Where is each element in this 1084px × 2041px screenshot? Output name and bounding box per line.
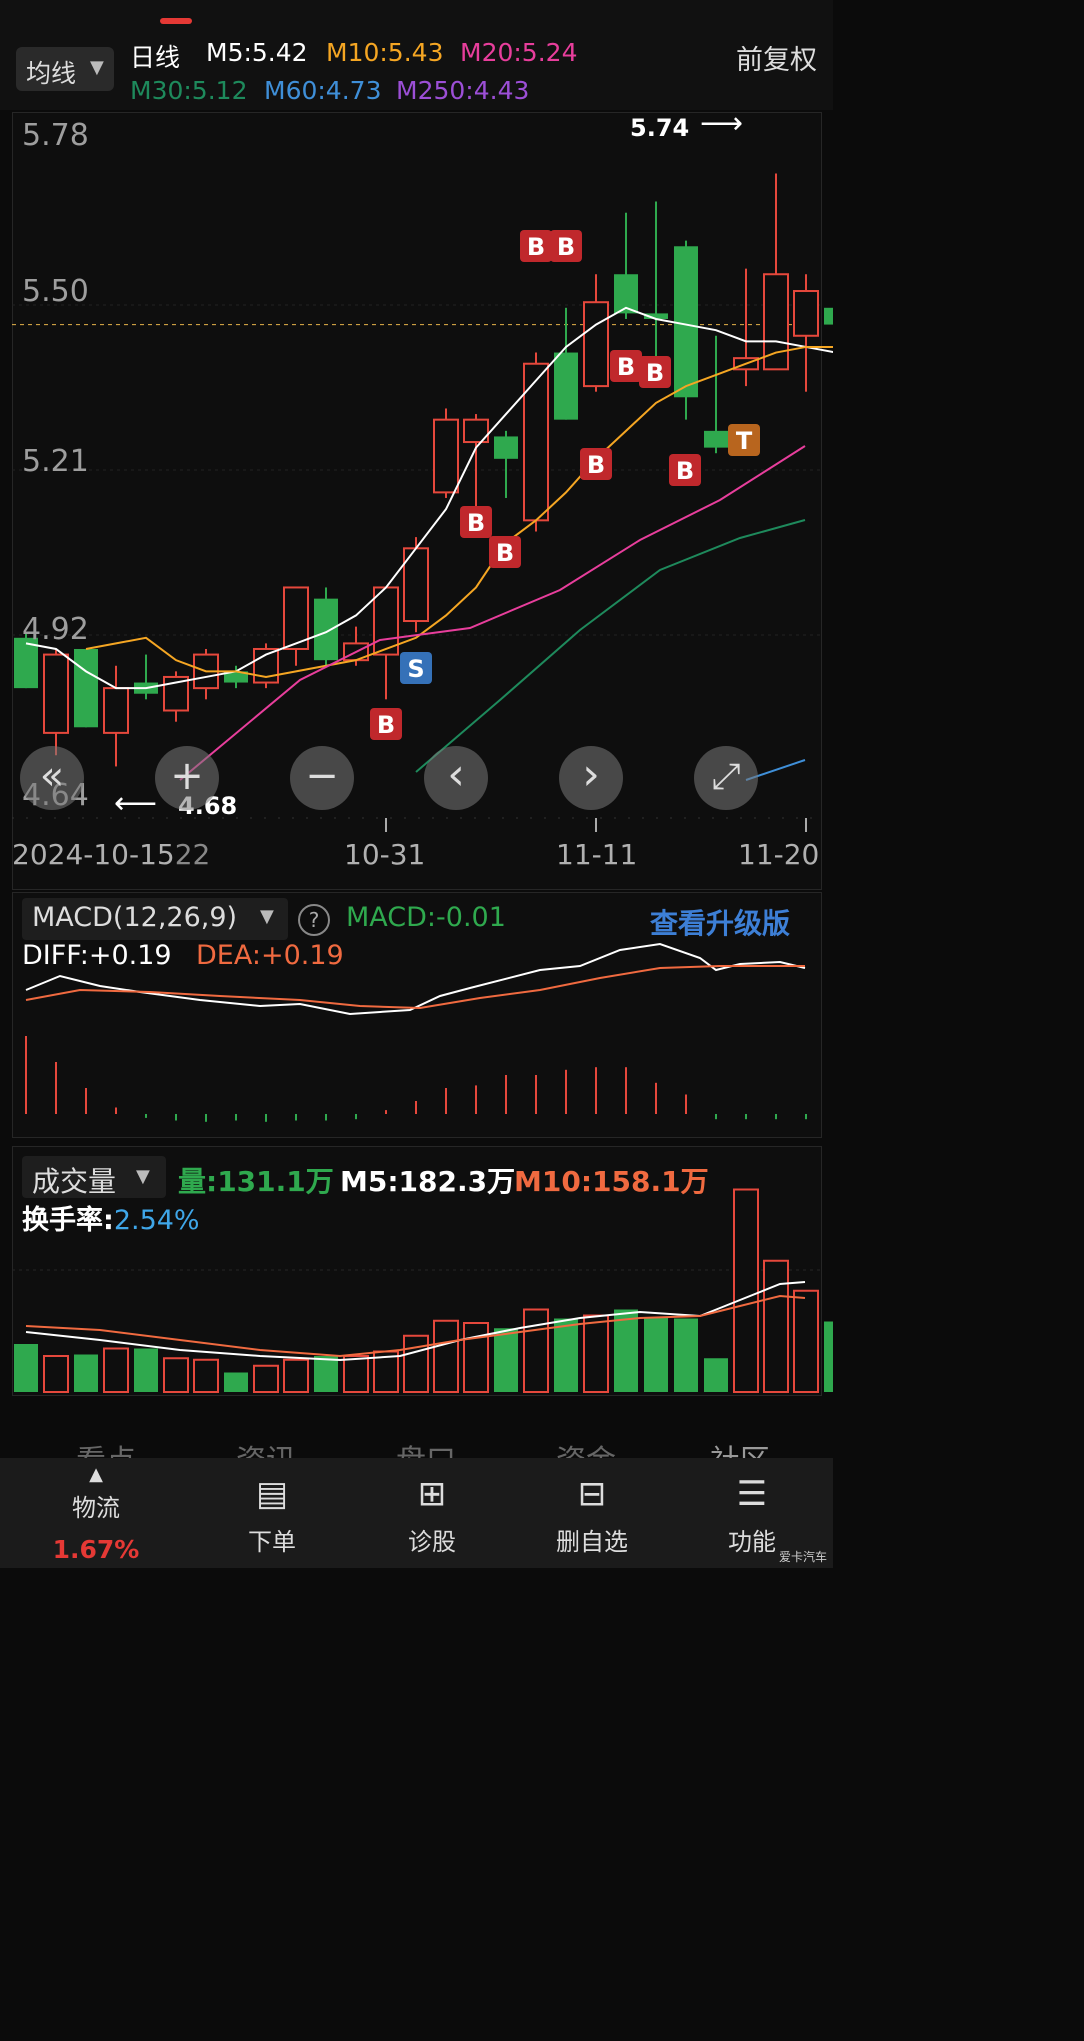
- nav-label: 诊股: [408, 1528, 456, 1556]
- nav-item-logistics[interactable]: ▲ 物流 1.67%: [26, 1464, 166, 1564]
- volume-bar: [644, 1317, 668, 1392]
- volume-bar: [163, 1357, 189, 1393]
- volume-bar: [43, 1355, 69, 1393]
- volume-chart: [12, 1188, 833, 1393]
- volume-bar: [704, 1358, 728, 1392]
- minus-box-icon: ⊟: [577, 1474, 607, 1514]
- volume-bar: [463, 1322, 489, 1393]
- nav-label: 物流: [72, 1494, 120, 1522]
- volume-bar: [674, 1318, 698, 1392]
- volume-bar: [343, 1355, 369, 1393]
- volume-bar: [224, 1372, 248, 1392]
- volume-bar: [253, 1364, 279, 1393]
- volume-bar: [283, 1358, 309, 1393]
- volume-bar: [763, 1259, 789, 1393]
- volume-bar: [793, 1289, 819, 1393]
- volume-bar: [193, 1358, 219, 1393]
- triangle-up-icon: ▲: [89, 1464, 103, 1485]
- volume-bar: [614, 1309, 638, 1392]
- medkit-icon: ⊞: [417, 1474, 447, 1514]
- menu-circle-icon: ☰: [736, 1474, 768, 1514]
- nav-item-remove-watchlist[interactable]: ⊟ 删自选: [522, 1474, 662, 1557]
- nav-sublabel: 1.67%: [52, 1535, 140, 1564]
- nav-item-order[interactable]: ▤ 下单: [202, 1474, 342, 1557]
- volume-bar: [74, 1354, 98, 1392]
- volume-bar: [554, 1318, 578, 1392]
- volume-bar: [824, 1321, 833, 1392]
- document-icon: ▤: [255, 1474, 289, 1514]
- nav-label: 删自选: [556, 1528, 628, 1556]
- volume-bar: [433, 1319, 459, 1393]
- volume-bar: [523, 1308, 549, 1393]
- volume-bar: [583, 1314, 609, 1393]
- nav-item-functions[interactable]: ☰ 功能: [682, 1474, 822, 1557]
- volume-bar: [403, 1334, 429, 1393]
- watermark: 爱卡汽车: [778, 1550, 827, 1564]
- volume-bar: [134, 1348, 158, 1392]
- volume-bar: [103, 1347, 129, 1393]
- volume-bar: [314, 1356, 338, 1392]
- volume-bar: [494, 1328, 518, 1392]
- nav-label: 下单: [248, 1528, 296, 1556]
- volume-bar: [14, 1344, 38, 1392]
- nav-item-diagnose[interactable]: ⊞ 诊股: [362, 1474, 502, 1557]
- volume-bar: [733, 1188, 759, 1393]
